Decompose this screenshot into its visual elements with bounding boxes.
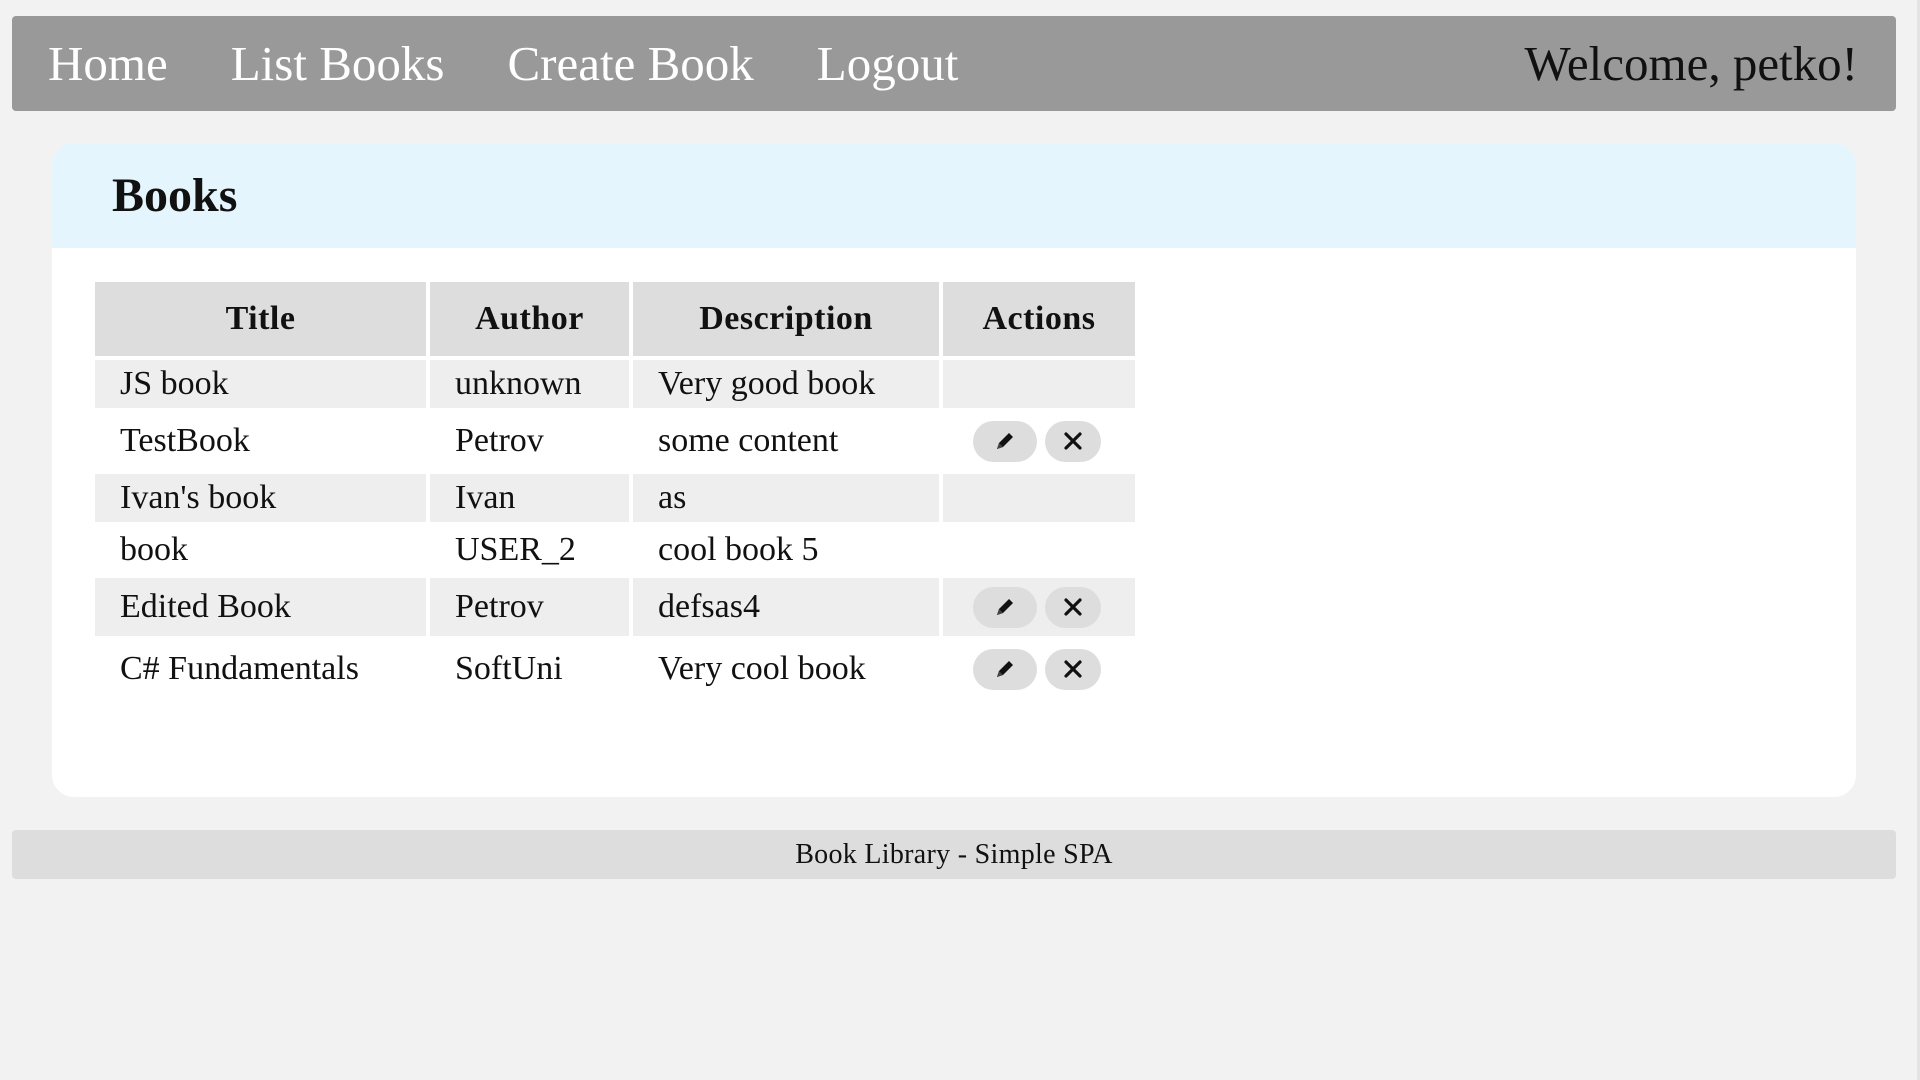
books-table: Title Author Description Actions JS book…	[91, 278, 1139, 702]
column-header-description: Description	[633, 282, 939, 356]
cell-title: Ivan's book	[95, 474, 426, 522]
cell-title: Edited Book	[95, 578, 426, 636]
cell-actions	[943, 640, 1135, 698]
cell-actions	[943, 412, 1135, 470]
nav-create-book-link[interactable]: Create Book	[507, 35, 753, 92]
cell-description: some content	[633, 412, 939, 470]
welcome-message: Welcome, petko!	[1524, 36, 1858, 91]
close-icon	[1061, 657, 1085, 681]
table-row: TestBook Petrov some content	[95, 412, 1135, 470]
cell-title: C# Fundamentals	[95, 640, 426, 698]
cell-title: TestBook	[95, 412, 426, 470]
cell-description: as	[633, 474, 939, 522]
navbar: Home List Books Create Book Logout Welco…	[12, 16, 1896, 111]
page-title: Books	[112, 169, 238, 222]
delete-book-button[interactable]	[1045, 648, 1101, 690]
cell-author: SoftUni	[430, 640, 629, 698]
table-row: JS book unknown Very good book	[95, 360, 1135, 408]
footer: Book Library - Simple SPA	[12, 830, 1896, 879]
edit-book-button[interactable]	[973, 420, 1037, 462]
cell-author: unknown	[430, 360, 629, 408]
pencil-icon	[992, 594, 1018, 620]
footer-text: Book Library - Simple SPA	[795, 838, 1113, 870]
pencil-icon	[992, 428, 1018, 454]
table-row: Ivan's book Ivan as	[95, 474, 1135, 522]
cell-actions	[943, 578, 1135, 636]
table-row: book USER_2 cool book 5	[95, 526, 1135, 574]
cell-actions	[943, 360, 1135, 408]
cell-title: book	[95, 526, 426, 574]
column-header-title: Title	[95, 282, 426, 356]
nav-list-books-link[interactable]: List Books	[231, 35, 445, 92]
nav-logout-link[interactable]: Logout	[817, 35, 959, 92]
cell-author: Petrov	[430, 578, 629, 636]
cell-title: JS book	[95, 360, 426, 408]
cell-actions	[943, 474, 1135, 522]
edit-book-button[interactable]	[973, 648, 1037, 690]
table-header-row: Title Author Description Actions	[95, 282, 1135, 356]
column-header-actions: Actions	[943, 282, 1135, 356]
pencil-icon	[992, 656, 1018, 682]
cell-description: Very good book	[633, 360, 939, 408]
books-table-body: JS book unknown Very good book TestBook Petr…	[95, 360, 1135, 698]
close-icon	[1061, 595, 1085, 619]
books-panel-header: Books	[52, 143, 1856, 248]
books-panel: Books Title Author Description Actions J…	[52, 143, 1856, 797]
cell-description: cool book 5	[633, 526, 939, 574]
cell-description: Very cool book	[633, 640, 939, 698]
delete-book-button[interactable]	[1045, 420, 1101, 462]
delete-book-button[interactable]	[1045, 586, 1101, 628]
edit-book-button[interactable]	[973, 586, 1037, 628]
nav-home-link[interactable]: Home	[48, 35, 168, 92]
cell-actions	[943, 526, 1135, 574]
cell-description: defsas4	[633, 578, 939, 636]
table-row: Edited Book Petrov defsas4	[95, 578, 1135, 636]
table-row: C# Fundamentals SoftUni Very cool book	[95, 640, 1135, 698]
cell-author: Petrov	[430, 412, 629, 470]
nav-links: Home List Books Create Book Logout	[48, 35, 958, 92]
close-icon	[1061, 429, 1085, 453]
cell-author: Ivan	[430, 474, 629, 522]
cell-author: USER_2	[430, 526, 629, 574]
column-header-author: Author	[430, 282, 629, 356]
